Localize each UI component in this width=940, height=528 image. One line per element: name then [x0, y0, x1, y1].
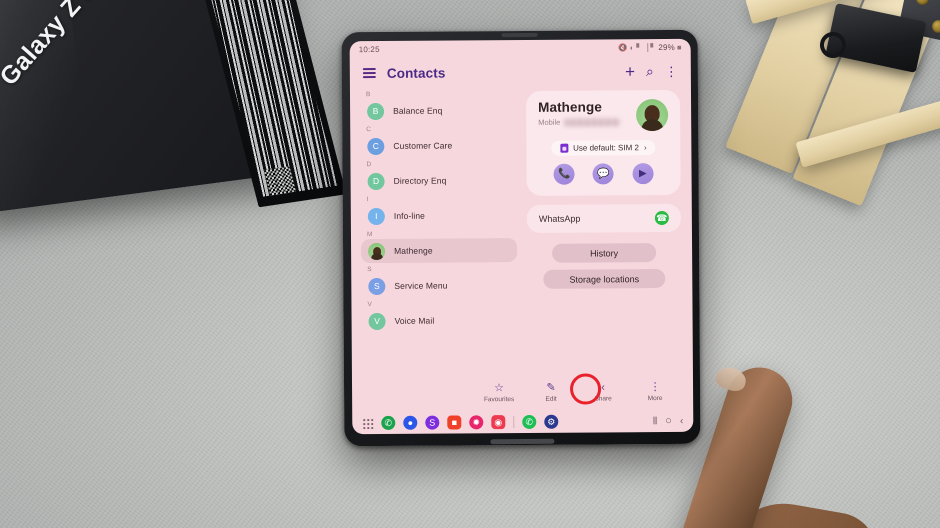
galaxy-z-fold-device: 10:25 🔇 ◐ ▘▕ ▘ 29% ■ Contacts + ⌕ ⋮ B B Ba… [341, 29, 701, 447]
contact-list-item[interactable]: Mathenge [361, 238, 518, 264]
contact-identity: Mathenge Mobile [538, 99, 621, 127]
contact-bottom-bar: ☆ Favourites ✎ Edit ‹ Share ⋮ More [352, 373, 693, 412]
contact-number-row: Mobile [538, 117, 621, 127]
contact-card-header: Mathenge Mobile [538, 98, 669, 132]
video-call-button[interactable]: ▶ [632, 163, 654, 185]
contact-list-item-label: Mathenge [394, 245, 433, 256]
share-label: Share [594, 395, 612, 403]
edit-icon: ✎ [546, 381, 556, 394]
contact-detail-pane: Mathenge Mobile Use default: SIM 2 › 📞 💬… [522, 86, 693, 377]
contacts-list[interactable]: B B Balance Enq C C Customer Care D D Directory … [350, 87, 524, 378]
contact-name: Mathenge [538, 99, 602, 115]
contact-list-item-label: Balance Enq [393, 105, 443, 116]
search-icon[interactable]: ⌕ [646, 63, 654, 79]
device-camera-notch [501, 32, 538, 38]
contact-list-item[interactable]: S Service Menu [361, 273, 517, 298]
sim-card-icon [560, 143, 569, 153]
contact-list-item[interactable]: I Info-line [361, 203, 517, 228]
favourites-button[interactable]: ☆ Favourites [483, 381, 515, 404]
contact-avatar: D [367, 172, 385, 190]
app-drawer-icon[interactable] [362, 417, 374, 429]
contact-avatar: V [368, 312, 386, 330]
wifi-icon: ◐ [629, 43, 635, 53]
pointing-hand [666, 346, 916, 528]
camera-icon[interactable]: ◉ [491, 415, 506, 430]
taskbar-spacer [566, 421, 645, 422]
storage-locations-button[interactable]: Storage locations [543, 268, 666, 289]
overflow-menu-icon[interactable]: ⋮ [665, 63, 678, 78]
more-button[interactable]: ⋮ More [639, 380, 671, 403]
phone-icon[interactable]: ✆ [381, 415, 396, 430]
back-button[interactable]: ‹ [680, 415, 683, 426]
share-icon: ‹ [601, 381, 605, 394]
notes-icon[interactable]: ■ [447, 415, 462, 430]
contact-avatar[interactable] [636, 98, 669, 132]
contact-list-item-label: Service Menu [394, 280, 448, 291]
taskbar-divider [513, 416, 515, 429]
detail-pill-buttons: History Storage locations [527, 243, 681, 289]
share-button[interactable]: ‹ Share [587, 381, 619, 403]
whatsapp-icon: ☎ [654, 210, 669, 226]
home-button[interactable]: ○ [665, 415, 672, 427]
contact-avatar: S [368, 277, 386, 295]
whatsapp-row[interactable]: WhatsApp ☎ [526, 203, 681, 233]
edit-button[interactable]: ✎ Edit [535, 381, 567, 404]
header-spacer [456, 71, 614, 72]
app-body: B B Balance Enq C C Customer Care D D Directory … [350, 86, 693, 378]
battery-icon: ■ [676, 42, 682, 52]
contact-list-item-label: Info-line [393, 210, 426, 221]
favourites-icon: ☆ [494, 381, 505, 394]
signal-icon-2: ▘ [650, 43, 657, 53]
wooden-clamp-object [725, 0, 940, 207]
samsung-internet-icon[interactable]: S [425, 415, 440, 430]
recents-button[interactable]: ⦀ [653, 416, 657, 427]
number-label: Mobile [538, 117, 561, 127]
message-button[interactable]: 💬 [592, 163, 615, 185]
contact-list-item-label: Voice Mail [394, 315, 435, 326]
whatsapp-label: WhatsApp [538, 213, 581, 224]
settings-icon[interactable]: ⚙ [544, 414, 559, 429]
signal-icon: ▘▕ [636, 43, 649, 53]
contact-avatar: I [367, 207, 385, 225]
whatsapp-icon[interactable]: ✆ [522, 414, 537, 429]
mute-icon: 🔇 [618, 43, 628, 53]
gallery-icon[interactable]: ✹ [469, 415, 484, 430]
contact-list-item[interactable]: C Customer Care [360, 133, 516, 158]
call-button[interactable]: 📞 [553, 163, 575, 185]
contact-list-item-label: Customer Care [393, 140, 453, 151]
screw-icon [932, 20, 940, 33]
battery-percent: 29% [658, 42, 675, 53]
contact-card: Mathenge Mobile Use default: SIM 2 › 📞 💬… [525, 89, 681, 196]
chevron-right-icon: › [643, 143, 647, 153]
more-icon: ⋮ [649, 380, 661, 393]
contact-avatar: C [367, 137, 385, 155]
favourites-label: Favourites [483, 396, 515, 404]
hamburger-icon[interactable] [362, 68, 376, 78]
device-screen: 10:25 🔇 ◐ ▘▕ ▘ 29% ■ Contacts + ⌕ ⋮ B B Ba… [349, 38, 694, 435]
more-label: More [647, 395, 663, 403]
page-title: Contacts [386, 65, 446, 81]
taskbar: ✆ ● S ■ ✹ ◉ ✆ ⚙ ⦀ ○ ‹ [352, 410, 693, 434]
history-button[interactable]: History [552, 243, 657, 263]
device-hinge-seam [490, 438, 555, 445]
contact-list-item[interactable]: D Directory Enq [361, 168, 517, 193]
edit-label: Edit [545, 396, 557, 404]
contact-list-item[interactable]: B Balance Enq [360, 98, 516, 123]
status-indicators: 🔇 ◐ ▘▕ ▘ 29% ■ [618, 43, 682, 52]
sim-selector-chip[interactable]: Use default: SIM 2 › [551, 140, 656, 156]
contact-avatar [368, 242, 386, 260]
add-contact-icon[interactable]: + [625, 62, 635, 81]
contact-avatar: B [367, 102, 385, 120]
contact-list-item[interactable]: V Voice Mail [361, 308, 517, 333]
phone-retail-box: Galaxy Z Fold6 [0, 0, 347, 215]
messages-icon[interactable]: ● [403, 415, 418, 430]
blurred-phone-number [564, 117, 621, 127]
contact-list-item-label: Directory Enq [393, 175, 447, 186]
app-header: Contacts + ⌕ ⋮ [350, 56, 691, 88]
sim-chip-label: Use default: SIM 2 [573, 143, 639, 153]
status-time: 10:25 [358, 44, 380, 55]
contact-actions: 📞 💬 ▶ [538, 163, 668, 185]
